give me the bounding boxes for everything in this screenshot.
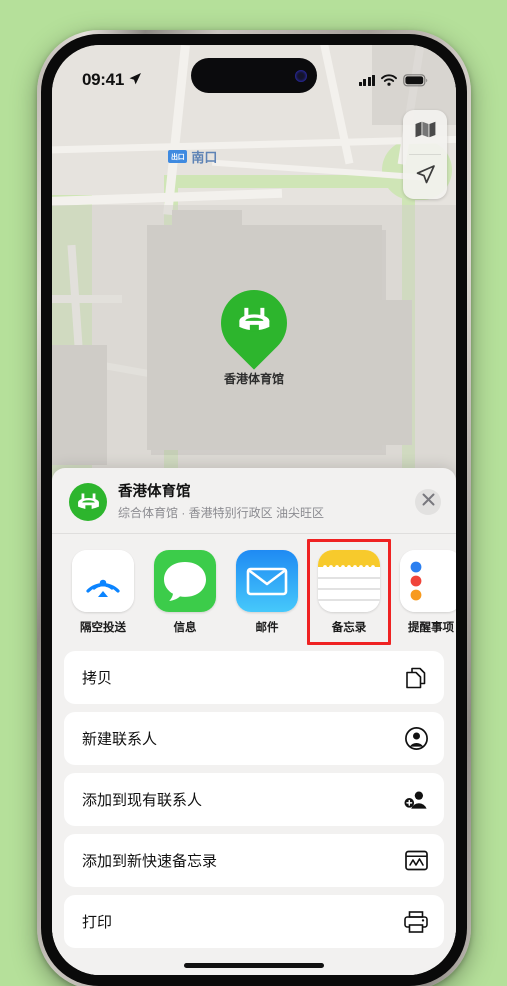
transit-exit-label[interactable]: 出口 南口 bbox=[168, 147, 217, 166]
airdrop-icon bbox=[72, 550, 134, 612]
action-row-add-existing-contact[interactable]: 添加到现有联系人 bbox=[64, 773, 444, 826]
share-app-label: 信息 bbox=[173, 622, 197, 634]
action-label: 新建联系人 bbox=[82, 731, 158, 748]
dynamic-island[interactable] bbox=[191, 58, 317, 93]
recenter-location-button[interactable] bbox=[403, 155, 447, 199]
map-controls bbox=[403, 110, 447, 199]
phone-bezel: 出口 南口 香港体育馆 09:41 香港体育馆 综合体育馆 · 香港特别行政区 … bbox=[41, 34, 467, 986]
action-row-quick-note[interactable]: 添加到新快速备忘录 bbox=[64, 834, 444, 887]
share-app-row[interactable]: 隔空投送 信息 邮件 备忘录 提醒事项 bbox=[52, 534, 456, 649]
share-app-label: 隔空投送 bbox=[80, 622, 126, 634]
add-to-contact-icon bbox=[404, 788, 428, 812]
share-action-list: 拷贝 新建联系人 添加到现有联系人 添加到新快速备忘录 打印 bbox=[52, 649, 456, 948]
location-arrow-icon bbox=[415, 164, 436, 190]
mail-icon bbox=[236, 550, 298, 612]
battery-full-icon bbox=[403, 73, 428, 87]
map-layers-icon bbox=[415, 121, 436, 143]
status-time: 09:41 bbox=[82, 70, 124, 89]
poi-marker[interactable]: 香港体育馆 bbox=[207, 276, 301, 387]
phone-screen: 出口 南口 香港体育馆 09:41 香港体育馆 综合体育馆 · 香港特别行政区 … bbox=[52, 45, 456, 975]
share-sheet-header: 香港体育馆 综合体育馆 · 香港特别行政区 油尖旺区 bbox=[52, 468, 456, 533]
home-indicator[interactable] bbox=[184, 963, 324, 968]
close-button[interactable] bbox=[415, 489, 441, 515]
share-app-notes[interactable]: 备忘录 bbox=[307, 539, 391, 645]
poi-label: 香港体育馆 bbox=[223, 372, 284, 386]
cellular-signal-icon bbox=[358, 74, 375, 86]
share-sheet-subtitle: 综合体育馆 · 香港特别行政区 油尖旺区 bbox=[118, 505, 324, 520]
action-group: 添加到新快速备忘录 bbox=[64, 834, 444, 887]
action-row-print[interactable]: 打印 bbox=[64, 895, 444, 948]
new-contact-icon bbox=[404, 727, 428, 751]
map-type-button[interactable] bbox=[403, 110, 447, 154]
share-app-label: 邮件 bbox=[255, 622, 279, 634]
action-group: 新建联系人 bbox=[64, 712, 444, 765]
action-label: 打印 bbox=[82, 914, 113, 931]
stadium-icon bbox=[236, 306, 272, 341]
printer-icon bbox=[404, 910, 428, 934]
share-app-mail[interactable]: 邮件 bbox=[236, 550, 298, 635]
action-row-copy[interactable]: 拷贝 bbox=[64, 651, 444, 704]
location-arrow-icon bbox=[128, 73, 142, 86]
action-group: 添加到现有联系人 bbox=[64, 773, 444, 826]
share-sheet: 香港体育馆 综合体育馆 · 香港特别行政区 油尖旺区 隔空投送 信息 邮件 备忘… bbox=[52, 468, 456, 975]
quick-note-icon bbox=[404, 849, 428, 873]
copy-icon bbox=[404, 666, 428, 690]
messages-icon bbox=[154, 550, 216, 612]
action-label: 添加到新快速备忘录 bbox=[82, 853, 218, 870]
notes-icon bbox=[318, 550, 380, 612]
status-bar-left: 09:41 bbox=[82, 70, 142, 90]
share-sheet-title: 香港体育馆 bbox=[118, 484, 191, 501]
share-app-airdrop[interactable]: 隔空投送 bbox=[72, 550, 134, 635]
share-app-messages[interactable]: 信息 bbox=[154, 550, 216, 635]
transit-label-text: 南口 bbox=[191, 150, 218, 165]
wifi-icon bbox=[381, 74, 397, 86]
action-group: 打印 bbox=[64, 895, 444, 948]
transit-badge: 出口 bbox=[168, 150, 188, 163]
share-app-reminders[interactable]: 提醒事项 bbox=[400, 550, 456, 635]
share-app-label: 提醒事项 bbox=[408, 622, 454, 634]
share-app-label: 备忘录 bbox=[331, 622, 367, 634]
close-x-icon bbox=[422, 493, 435, 511]
phone-frame: 出口 南口 香港体育馆 09:41 香港体育馆 综合体育馆 · 香港特别行政区 … bbox=[37, 30, 471, 986]
action-label: 添加到现有联系人 bbox=[82, 792, 203, 809]
stadium-icon bbox=[69, 483, 107, 521]
reminders-icon bbox=[400, 550, 456, 612]
action-group: 拷贝 bbox=[64, 651, 444, 704]
action-row-new-contact[interactable]: 新建联系人 bbox=[64, 712, 444, 765]
share-sheet-title-block: 香港体育馆 综合体育馆 · 香港特别行政区 油尖旺区 bbox=[118, 483, 404, 520]
poi-pin-shape bbox=[207, 276, 301, 370]
action-label: 拷贝 bbox=[82, 670, 113, 687]
status-bar-right bbox=[358, 73, 429, 87]
front-camera-icon bbox=[295, 69, 307, 82]
